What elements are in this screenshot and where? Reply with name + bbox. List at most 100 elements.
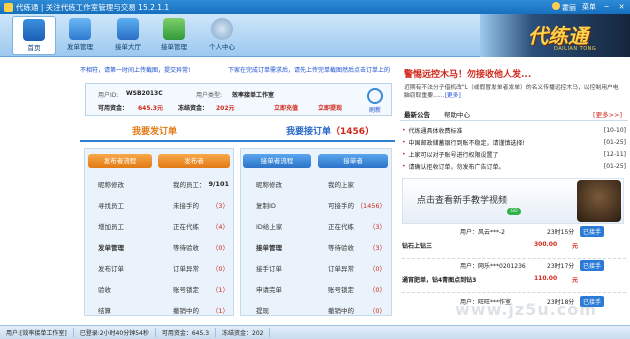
flow-step[interactable]: 接手订单 (256, 257, 312, 278)
warning-title[interactable]: 警惕远控木马！勿接收他人发... (404, 67, 630, 80)
tab-receive-order-label: 我要接订单 (286, 127, 332, 137)
receiver-item[interactable]: 账号锁定 （0） (328, 278, 386, 299)
main-toolbar: 首页 发单管理 接单大厅 接单管理 个人中心 代练通 DAILIAN TONG (0, 14, 630, 57)
tab-home[interactable]: 首页 (12, 16, 56, 55)
flow-step[interactable]: 接单管理 (256, 236, 312, 257)
receiver-item[interactable]: 订单异常 （0） (328, 257, 386, 278)
publisher-item[interactable]: 正在代练 （4） (173, 215, 229, 236)
item-label: 撤销中的 (173, 306, 199, 315)
flow-step[interactable]: 寻找员工 (98, 194, 154, 215)
user-menu[interactable]: 霍丽 (552, 1, 576, 13)
order-item[interactable]: 用户：网乐***0201236 23时17分 已接手 通宵肥单，钻4青图点到钻3… (402, 260, 626, 284)
receiver-item[interactable]: 撤销中的 （0） (328, 299, 386, 320)
flow-step[interactable]: 发单管理 (98, 236, 154, 257)
flow-step[interactable]: ID给上家 (256, 215, 312, 236)
order-unit: 元 (572, 277, 579, 284)
item-label: 正在代练 (328, 222, 354, 231)
receiver-item[interactable]: 等待验收 （3） (328, 236, 386, 257)
receiver-item[interactable]: 可接手的 （1456） (328, 194, 386, 215)
flow-step-label: ID给上家 (256, 222, 283, 231)
flow-step[interactable]: 昵称修改 (256, 173, 312, 194)
notice-text: 请确认拒收订单，勿发布广告订单。 (408, 163, 505, 171)
flow-step[interactable]: 验收 (98, 278, 154, 299)
order-status-badge: 已接手 (580, 226, 605, 237)
frozen-funds-value: 202元 (216, 105, 235, 112)
minimize-button[interactable]: ─ (602, 3, 611, 12)
notice-link-1[interactable]: 不相符，请第一时间上传截图，提交异常! (80, 65, 190, 74)
notice-list: • 代练通具体收费标准 [10-10] • 中国邮政储蓄银行到账不稳定，请谨慎选择![… (402, 124, 626, 172)
banner-go-button[interactable]: GO (507, 208, 521, 215)
flow-step[interactable]: 申请完单 (256, 278, 312, 299)
flow-step[interactable]: 复制ID (256, 194, 312, 215)
tutorial-banner[interactable]: 点击查看新手教学视频 GO (402, 178, 624, 224)
notice-item[interactable]: • 中国邮政储蓄银行到账不稳定，请谨慎选择! [01-25] (402, 136, 626, 148)
notice-link-2[interactable]: 下家在完成订单需求后，请先上传完单截图然后点击订单上的 (228, 65, 390, 74)
flow-step[interactable]: 昵称修改 (98, 173, 154, 194)
publisher-item[interactable]: 未接手的 （3） (173, 194, 229, 215)
tab-home-label: 首页 (27, 44, 41, 52)
recharge-button[interactable]: 立即充值 (274, 103, 298, 112)
item-label: 我的上家 (328, 180, 354, 189)
brand-logo: 代练通 (528, 24, 588, 48)
flow-step[interactable]: 提现 (256, 299, 312, 320)
receiver-item[interactable]: 正在代练 （3） (328, 215, 386, 236)
home-icon (23, 19, 45, 41)
notice-item[interactable]: • 上家可以对子账号进行权限设置了 [12-11] (402, 148, 626, 160)
divider (402, 258, 626, 259)
item-label: 订单异常 (173, 264, 199, 273)
receive-flow-list: 昵称修改 复制ID ID给上家 接单管理 接手订单 申请完单 提现 (256, 173, 312, 320)
flow-step-label: 昵称修改 (98, 180, 124, 189)
order-user: 用户：风云***-2 (460, 229, 505, 236)
item-label: 等待验收 (173, 243, 199, 252)
flow-step[interactable]: 增加员工 (98, 215, 154, 236)
tab-latest-notice[interactable]: 最新公告 (404, 109, 430, 120)
user-menu-label: 霍丽 (562, 3, 576, 12)
publisher-item[interactable]: 账号锁定 （1） (173, 278, 229, 299)
tab-publish-manage[interactable]: 发单管理 (58, 16, 102, 55)
warning-text-body: 近期有不法分子借机改"L（或假冒发单者发单）的名义传播远控木马，以控制用户电脑窃… (404, 85, 619, 100)
tab-publish-order[interactable]: 我要发订单 (132, 124, 177, 137)
item-label: 订单异常 (328, 264, 354, 273)
warning-more-link[interactable]: [更多] (445, 93, 461, 99)
flow-step-label: 复制ID (256, 201, 276, 210)
item-label: 撤销中的 (328, 306, 354, 315)
watermark: www.jz5u.com (455, 300, 597, 319)
tab-personal-center[interactable]: 个人中心 (200, 16, 244, 55)
receive-flow-header: 接单者流程 (243, 154, 311, 168)
tab-order-hall[interactable]: 接单大厅 (106, 16, 150, 55)
flow-step-label: 寻找员工 (98, 201, 124, 210)
flow-step[interactable]: 发布订单 (98, 257, 154, 278)
user-id-label: 用户ID: (98, 92, 119, 99)
refresh-button[interactable]: 刷新 (364, 88, 386, 114)
item-label: 等待验收 (328, 243, 354, 252)
receiver-header: 接单者 (318, 154, 388, 168)
publish-flow-header: 发布者流程 (88, 154, 152, 168)
publisher-item[interactable]: 撤销中的 （1） (173, 299, 229, 320)
order-time: 23时17分 (547, 263, 575, 270)
publisher-item[interactable]: 我的员工： 9/101 (173, 173, 229, 194)
order-item[interactable]: 用户：风云***-2 23时15分 已接手 钻石上钻三 300.00 元 (402, 226, 626, 250)
notice-date: [10-10] (603, 126, 626, 134)
order-unit: 元 (572, 243, 579, 250)
status-available-funds: 可用资金：645.3 (156, 328, 217, 337)
flow-step[interactable]: 结算 (98, 299, 154, 320)
item-label: 账号锁定 (173, 285, 199, 294)
publish-flow-list: 昵称修改 寻找员工 增加员工 发单管理 发布订单 验收 结算 (98, 173, 154, 320)
publisher-item[interactable]: 订单异常 （0） (173, 257, 229, 278)
tab-help-center[interactable]: 帮助中心 (444, 109, 470, 120)
notice-more-link[interactable]: [更多>>] (593, 109, 622, 120)
item-count: （1） (211, 285, 229, 294)
order-price: 110.00 (534, 275, 558, 282)
tab-receive-order[interactable]: 我要接订单（1456） (286, 124, 374, 137)
brand-sub: DAILIAN TONG (554, 46, 597, 52)
publisher-item[interactable]: 等待验收 （0） (173, 236, 229, 257)
notice-item[interactable]: • 代练通具体收费标准 [10-10] (402, 124, 626, 136)
withdraw-button[interactable]: 立即提现 (318, 103, 342, 112)
hero-image (577, 180, 621, 222)
close-button[interactable]: ✕ (617, 3, 626, 12)
status-frozen-funds: 冻结资金：202 (216, 328, 271, 337)
menu-button[interactable]: 菜单 (582, 2, 596, 12)
tab-receive-manage[interactable]: 接单管理 (152, 16, 196, 55)
receiver-item[interactable]: 我的上家 (328, 173, 386, 194)
notice-item[interactable]: • 请确认拒收订单，勿发布广告订单。 [01-25] (402, 160, 626, 172)
